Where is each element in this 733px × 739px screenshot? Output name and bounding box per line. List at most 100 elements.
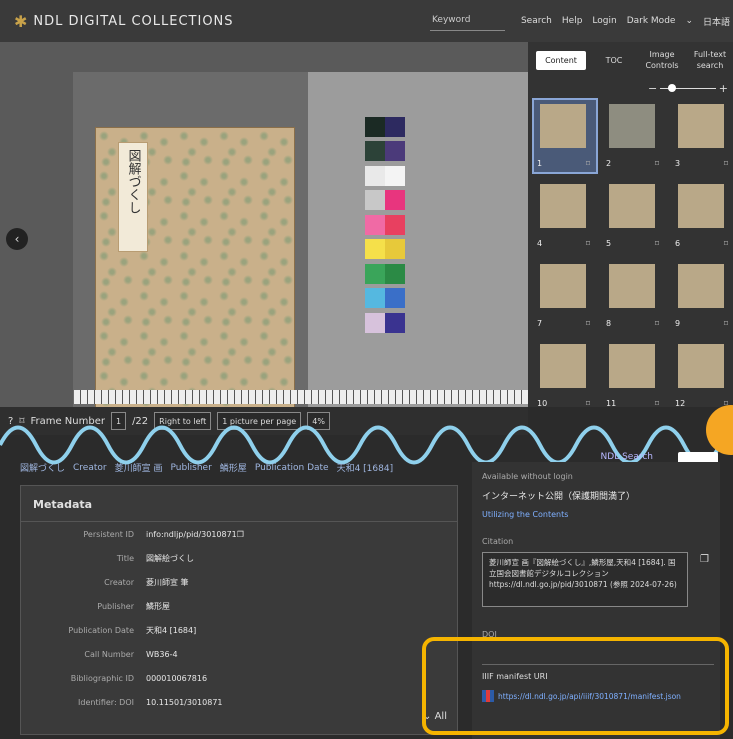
- bookmark-icon[interactable]: ⌑: [655, 399, 659, 408]
- color-patch: [385, 288, 405, 309]
- book-page-right: [308, 72, 528, 412]
- metadata-label: Publication Date: [68, 625, 134, 635]
- thumbnail-item[interactable]: 11 ⌑: [603, 340, 665, 412]
- cover-title-slip: 図解づくし: [118, 142, 148, 252]
- utilizing-contents-link[interactable]: Utilizing the Contents: [482, 510, 710, 519]
- language-switch[interactable]: 日本語: [703, 15, 733, 28]
- bookmark-icon[interactable]: ⌑: [724, 239, 728, 248]
- plus-icon[interactable]: +: [719, 82, 728, 95]
- thumbnail-item[interactable]: 12 ⌑: [672, 340, 733, 412]
- thumbnail-item[interactable]: 7 ⌑: [534, 260, 596, 332]
- tab-image-controls[interactable]: Image Controls: [642, 49, 682, 71]
- metadata-value: 鱗形屋: [146, 601, 170, 611]
- thumbnail-image: [678, 264, 724, 308]
- login-link[interactable]: Login: [592, 16, 616, 26]
- publisher-label: Publisher: [170, 462, 212, 473]
- ndl-search-link[interactable]: NDL Search: [601, 452, 653, 462]
- metadata-label: Title: [116, 553, 134, 563]
- bookmark-icon[interactable]: ⌑: [724, 319, 728, 328]
- dark-mode-toggle[interactable]: Dark Mode: [627, 16, 676, 26]
- bookmark-icon[interactable]: ⌑: [655, 159, 659, 168]
- keyword-search-input[interactable]: Keyword: [429, 11, 505, 31]
- bookmark-icon[interactable]: ⌑: [655, 239, 659, 248]
- bookmark-icon[interactable]: ⌑: [586, 239, 590, 248]
- thumbnail-image: [540, 184, 586, 228]
- thumbnail-image: [678, 344, 724, 388]
- thumbnail-panel: Content TOC Image Controls Full-text sea…: [528, 42, 733, 408]
- thumbnail-item[interactable]: 3 ⌑: [672, 100, 733, 172]
- thumbnail-item[interactable]: 9 ⌑: [672, 260, 733, 332]
- metadata-row: Creator 菱川師宣 筆: [21, 570, 457, 594]
- bookmark-icon[interactable]: ⌑: [586, 399, 590, 408]
- previous-page-button[interactable]: ‹: [6, 228, 28, 250]
- search-link[interactable]: Search: [521, 16, 552, 26]
- metadata-row: Identifier: DOI 10.11501/3010871: [21, 690, 457, 714]
- thumbnail-item[interactable]: 5 ⌑: [603, 180, 665, 252]
- metadata-panel: Metadata Persistent ID info:ndljp/pid/301…: [20, 485, 458, 735]
- minus-icon[interactable]: −: [648, 82, 657, 95]
- bookmark-icon[interactable]: ⌑: [586, 159, 590, 168]
- thumbnail-item[interactable]: 10 ⌑: [534, 340, 596, 412]
- metadata-value: 図解絵づくし: [146, 553, 194, 563]
- color-patch: [365, 263, 385, 284]
- slider-knob[interactable]: [668, 84, 676, 92]
- site-logo[interactable]: ✱ NDL DIGITAL COLLECTIONS: [14, 12, 234, 31]
- thumbnail-size-slider[interactable]: − +: [648, 82, 728, 95]
- cover-title-text: 図解づくし: [125, 149, 141, 214]
- thumbnail-item[interactable]: 8 ⌑: [603, 260, 665, 332]
- metadata-value: 天和4 [1684]: [146, 625, 197, 635]
- tab-toc[interactable]: TOC: [594, 55, 634, 66]
- color-patch: [385, 263, 405, 284]
- metadata-heading: Metadata: [21, 486, 457, 522]
- thumbnail-image: [609, 264, 655, 308]
- bookmark-icon[interactable]: ⌑: [655, 319, 659, 328]
- metadata-label: Persistent ID: [83, 529, 134, 539]
- panel-tabs: Content TOC Image Controls Full-text sea…: [528, 42, 733, 78]
- thumbnail-image: [609, 104, 655, 148]
- color-patch: [365, 190, 385, 211]
- color-patch: [385, 190, 405, 211]
- thumbnail-number: 1: [537, 159, 543, 168]
- color-patch: [365, 239, 385, 260]
- publisher-text: 鱗形屋: [219, 464, 247, 474]
- bookmark-icon[interactable]: ⌑: [724, 159, 728, 168]
- copy-icon[interactable]: ❐: [237, 530, 244, 539]
- thumbnail-image: [609, 184, 655, 228]
- chevron-down-icon[interactable]: ⌄: [685, 16, 693, 26]
- highlight-box: [422, 637, 729, 735]
- metadata-row: Persistent ID info:ndljp/pid/3010871 ❐: [21, 522, 457, 546]
- thumbnail-number: 11: [606, 399, 617, 408]
- thumbnail-number: 5: [606, 239, 612, 248]
- thumbnail-item[interactable]: 1 ⌑: [532, 98, 598, 174]
- color-patch: [365, 165, 385, 186]
- color-patch: [385, 239, 405, 260]
- creator-text: 菱川師宣 画: [114, 464, 163, 474]
- metadata-label: Creator: [104, 577, 134, 587]
- thumbnail-number: 10: [537, 399, 548, 408]
- thumbnail-image: [609, 344, 655, 388]
- thumbnail-image: [540, 344, 586, 388]
- thumbnail-number: 8: [606, 319, 612, 328]
- citation-textbox[interactable]: 菱川師宣 画『図解絵づくし』,鱗形屋,天和4 [1684]. 国立国会図書館デジ…: [482, 552, 688, 607]
- color-patch: [365, 214, 385, 235]
- image-viewer[interactable]: 図解づくし ‹: [0, 42, 528, 427]
- metadata-row: Publication Date 天和4 [1684]: [21, 618, 457, 642]
- citation-label: Citation: [482, 537, 514, 546]
- color-chart: [365, 117, 405, 337]
- color-patch: [385, 214, 405, 235]
- tab-full-text-search[interactable]: Full-text search: [690, 49, 730, 71]
- thumbnail-item[interactable]: 4 ⌑: [534, 180, 596, 252]
- copy-icon[interactable]: ❐: [700, 554, 709, 565]
- top-header: ✱ NDL DIGITAL COLLECTIONS Keyword Search…: [0, 0, 733, 42]
- tab-content[interactable]: Content: [536, 50, 586, 70]
- thumbnail-item[interactable]: 2 ⌑: [603, 100, 665, 172]
- bookmark-icon[interactable]: ⌑: [586, 319, 590, 328]
- thumbnail-number: 9: [675, 319, 681, 328]
- help-link[interactable]: Help: [562, 16, 583, 26]
- thumbnail-item[interactable]: 6 ⌑: [672, 180, 733, 252]
- color-patch: [365, 117, 385, 137]
- color-patch: [385, 312, 405, 333]
- book-cover-image: 図解づくし: [95, 127, 295, 427]
- color-patch: [385, 117, 405, 137]
- thumbnail-image: [678, 184, 724, 228]
